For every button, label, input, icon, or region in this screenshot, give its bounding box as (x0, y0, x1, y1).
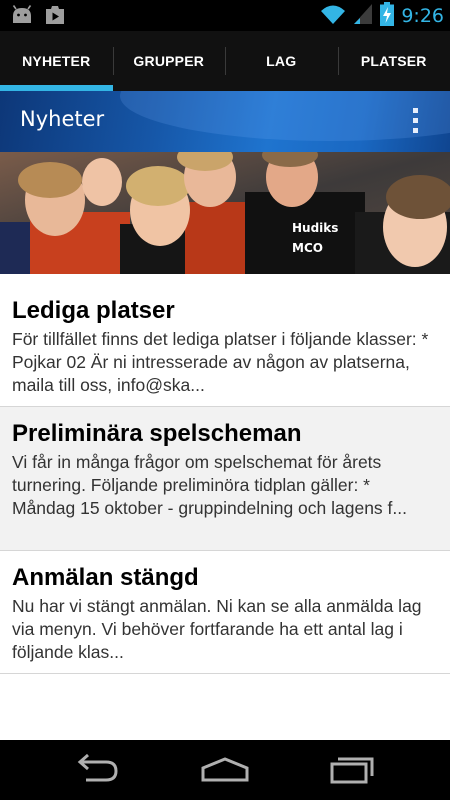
news-title: Anmälan stängd (12, 564, 199, 591)
home-icon[interactable] (195, 750, 255, 790)
action-bar: Nyheter (0, 91, 450, 152)
news-item[interactable]: Preliminära spelscheman Vi får in många … (0, 407, 450, 551)
banner-image: Hudiks MCO (0, 152, 450, 274)
recent-apps-icon[interactable] (322, 750, 382, 790)
news-title: Preliminära spelscheman (12, 420, 302, 447)
wifi-icon (320, 3, 346, 29)
tab-bar: NYHETER GRUPPER LAG PLATSER (0, 31, 450, 91)
tab-lag[interactable]: LAG (225, 31, 338, 91)
news-item[interactable]: Anmälan stängd Nu har vi stängt anmälan.… (0, 551, 450, 674)
battery-charging-icon (380, 1, 395, 30)
signal-icon (353, 3, 373, 29)
overflow-menu-icon[interactable] (412, 108, 420, 136)
news-item[interactable]: Lediga platser För tillfället finns det … (0, 274, 450, 407)
navigation-bar (0, 740, 450, 800)
tab-platser[interactable]: PLATSER (337, 31, 450, 91)
page-title: Nyheter (20, 107, 105, 131)
news-excerpt: Vi får in många frågor om spelschemat fö… (12, 452, 407, 518)
news-excerpt: Nu har vi stängt anmälan. Ni kan se alla… (12, 596, 422, 662)
news-title: Lediga platser (12, 297, 175, 324)
tab-nyheter[interactable]: NYHETER (0, 31, 113, 91)
news-list: Lediga platser För tillfället finns det … (0, 274, 450, 674)
svg-text:Hudiks: Hudiks (292, 221, 338, 235)
android-icon (10, 4, 34, 30)
svg-text:MCO: MCO (292, 241, 323, 255)
back-icon[interactable] (70, 750, 130, 790)
news-excerpt: För tillfället finns det lediga platser … (12, 329, 429, 395)
clock: 9:26 (401, 4, 444, 27)
play-store-icon (44, 4, 66, 30)
status-bar: 9:26 (0, 0, 450, 31)
tab-grupper[interactable]: GRUPPER (112, 31, 226, 91)
